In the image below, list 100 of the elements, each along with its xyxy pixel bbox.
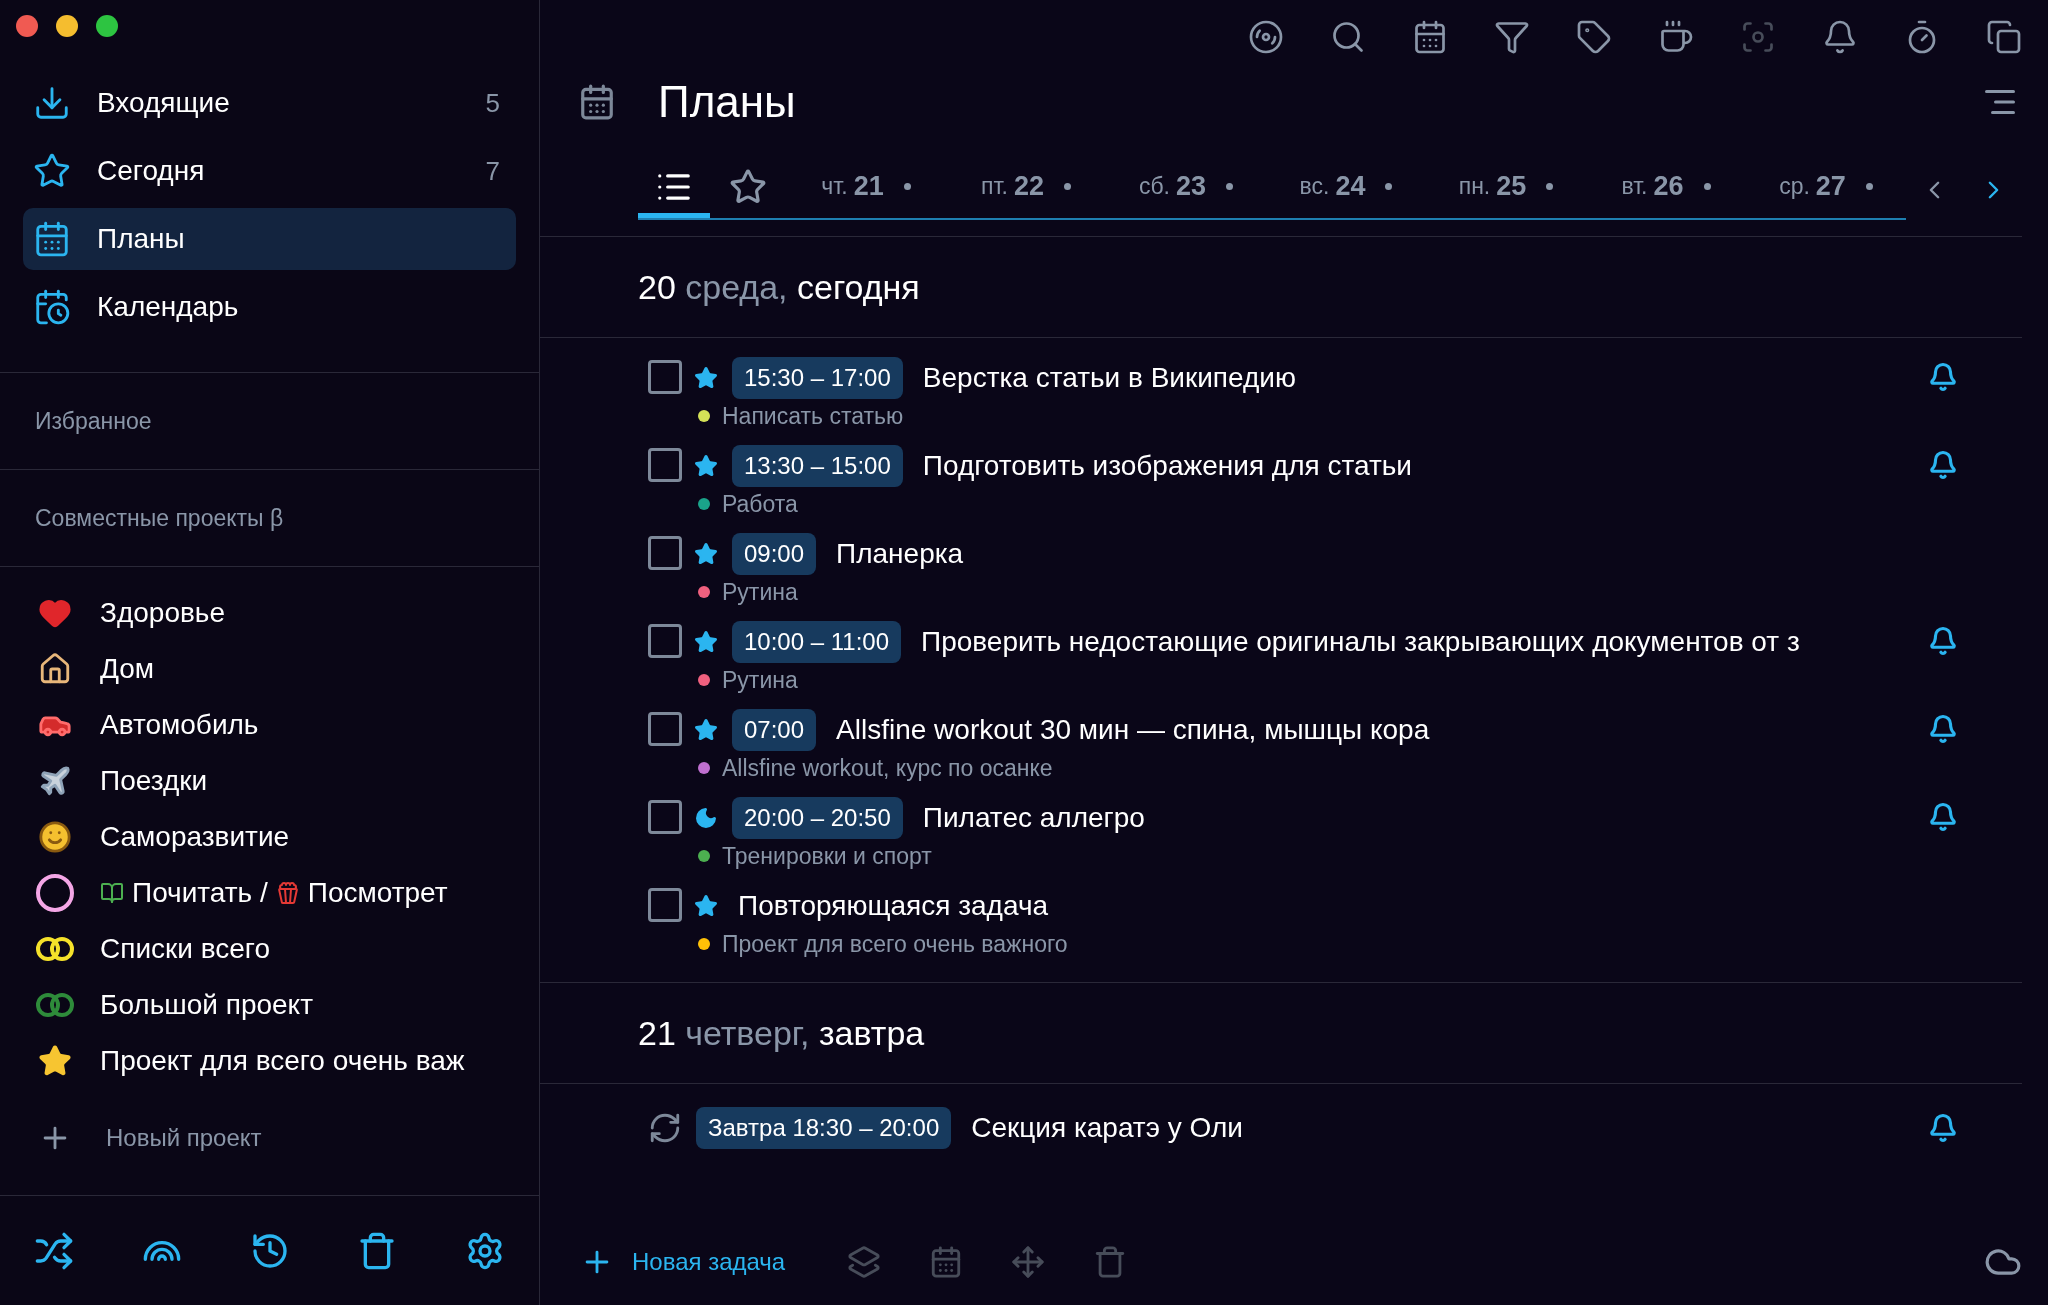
task-title[interactable]: Верстка статьи в Википедию [922, 357, 1296, 399]
copy-icon[interactable] [1986, 19, 2022, 55]
task-title[interactable]: Allsfine workout 30 мин — спина, мышцы кора [836, 709, 1430, 751]
day-tab[interactable]: вт. 26 [1586, 160, 1746, 218]
task-project: Написать статью [722, 401, 904, 431]
page-title: Планы [658, 76, 796, 128]
bell-icon[interactable] [1928, 802, 1958, 832]
task-checkbox[interactable] [648, 360, 682, 394]
time-badge: Завтра 18:30 – 20:00 [696, 1107, 952, 1149]
minimize-window-button[interactable] [56, 15, 78, 37]
task-project: Рутина [722, 665, 798, 695]
nav-label: Входящие [97, 86, 230, 120]
project-item[interactable]: Здоровье [0, 585, 539, 641]
house-icon [38, 652, 72, 686]
sidebar-nav-item[interactable]: Календарь [23, 276, 516, 338]
bell-icon[interactable] [1928, 626, 1958, 656]
star-icon [38, 1044, 72, 1078]
day-tab[interactable]: пн. 25 [1426, 160, 1586, 218]
cup-icon[interactable] [1658, 19, 1694, 55]
task-title[interactable]: Подготовить изображения для статьи [922, 445, 1412, 487]
smiling-face-icon [38, 820, 72, 854]
maximize-window-button[interactable] [96, 15, 118, 37]
project-item[interactable]: Большой проект [0, 977, 539, 1033]
nav-label: Планы [97, 222, 185, 256]
calendar-icon [33, 220, 71, 258]
task-project: Проект для всего очень важного [722, 929, 1068, 959]
calendar-icon[interactable] [1412, 19, 1448, 55]
project-name: Почитать / [132, 876, 268, 910]
bell-icon[interactable] [1928, 450, 1958, 480]
time-badge: 09:00 [732, 533, 817, 575]
task-title[interactable]: Проверить недостающие оригиналы закрывающих документов от з [921, 621, 1800, 663]
project-item[interactable]: Автомобиль [0, 697, 539, 753]
project-item[interactable]: Проект для всего очень важ [0, 1033, 539, 1089]
task-project: Рутина [722, 577, 798, 607]
star-icon [694, 718, 718, 742]
settings-icon[interactable] [465, 1230, 505, 1271]
task-title[interactable]: Планерка [836, 533, 964, 575]
task-title[interactable]: Пилатес аллегро [922, 797, 1145, 839]
bell-icon[interactable] [1928, 362, 1958, 392]
day-heading: 20 среда, сегодня [638, 266, 920, 308]
project-name: Здоровье [100, 596, 225, 630]
time-badge: 10:00 – 11:00 [732, 621, 902, 663]
task-project: Тренировки и спорт [722, 841, 932, 871]
moon-icon [694, 806, 718, 830]
project-name: Проект для всего очень важ [100, 1044, 465, 1078]
close-window-button[interactable] [16, 15, 38, 37]
nav-count: 5 [485, 86, 500, 120]
project-name: Саморазвитие [100, 820, 290, 854]
star-icon [694, 630, 718, 654]
project-name: Списки всего [100, 932, 270, 966]
new-task-button[interactable]: Новая задача [580, 1244, 786, 1280]
bell-icon[interactable] [1928, 1113, 1958, 1143]
star-icon [694, 894, 718, 918]
search-icon[interactable] [1330, 19, 1366, 55]
project-name: Большой проект [100, 988, 313, 1022]
day-tab[interactable]: вс. 24 [1266, 160, 1426, 218]
star-icon [729, 167, 767, 206]
task-checkbox[interactable] [648, 712, 682, 746]
project-name: Дом [100, 652, 155, 686]
nav-label: Календарь [97, 290, 239, 324]
shuffle-icon[interactable] [34, 1230, 74, 1271]
task-title[interactable]: Повторяющаяся задача [738, 885, 1049, 927]
bell-icon[interactable] [1822, 19, 1858, 55]
task-project: Работа [722, 489, 798, 519]
task-title[interactable]: Секция каратэ у Оли [971, 1107, 1243, 1149]
day-tab[interactable]: сб. 23 [1106, 160, 1266, 218]
day-heading: 21 четверг, завтра [638, 1012, 925, 1054]
day-tab[interactable]: пт. 22 [946, 160, 1106, 218]
task-checkbox[interactable] [648, 624, 682, 658]
task-checkbox[interactable] [648, 536, 682, 570]
project-item[interactable]: Почитать / Посмотрет [0, 865, 539, 921]
task-checkbox[interactable] [648, 800, 682, 834]
nav-count: 7 [485, 154, 500, 188]
project-item[interactable]: Дом [0, 641, 539, 697]
star-icon [694, 542, 718, 566]
calendar-clock-icon [33, 288, 71, 326]
day-tab[interactable]: ср. 27 [1746, 160, 1906, 218]
filter-icon[interactable] [1494, 19, 1530, 55]
project-item[interactable]: Саморазвитие [0, 809, 539, 865]
section-heading[interactable]: Избранное [35, 403, 152, 439]
time-badge: 07:00 [732, 709, 817, 751]
sidebar-nav-item[interactable]: Планы [23, 208, 516, 270]
bell-icon[interactable] [1928, 714, 1958, 744]
time-badge: 13:30 – 15:00 [732, 445, 903, 487]
spiral-target-icon[interactable] [1248, 19, 1284, 55]
sidebar-nav-item[interactable]: Сегодня 7 [23, 140, 516, 202]
project-name: Посмотрет [307, 876, 448, 910]
task-checkbox[interactable] [648, 888, 682, 922]
section-heading[interactable]: Совместные проекты β [35, 500, 284, 536]
new-project-button[interactable]: Новый проект [0, 1103, 539, 1173]
tag-icon[interactable] [1576, 19, 1612, 55]
star-icon [33, 152, 71, 190]
project-item[interactable]: Списки всего [0, 921, 539, 977]
plane-icon [38, 764, 72, 798]
task-checkbox[interactable] [648, 448, 682, 482]
sidebar-nav-item[interactable]: Входящие 5 [23, 72, 516, 134]
project-item[interactable]: Поездки [0, 753, 539, 809]
day-tab[interactable]: чт. 21 [786, 160, 946, 218]
star-icon [694, 366, 718, 390]
time-badge: 15:30 – 17:00 [732, 357, 903, 399]
